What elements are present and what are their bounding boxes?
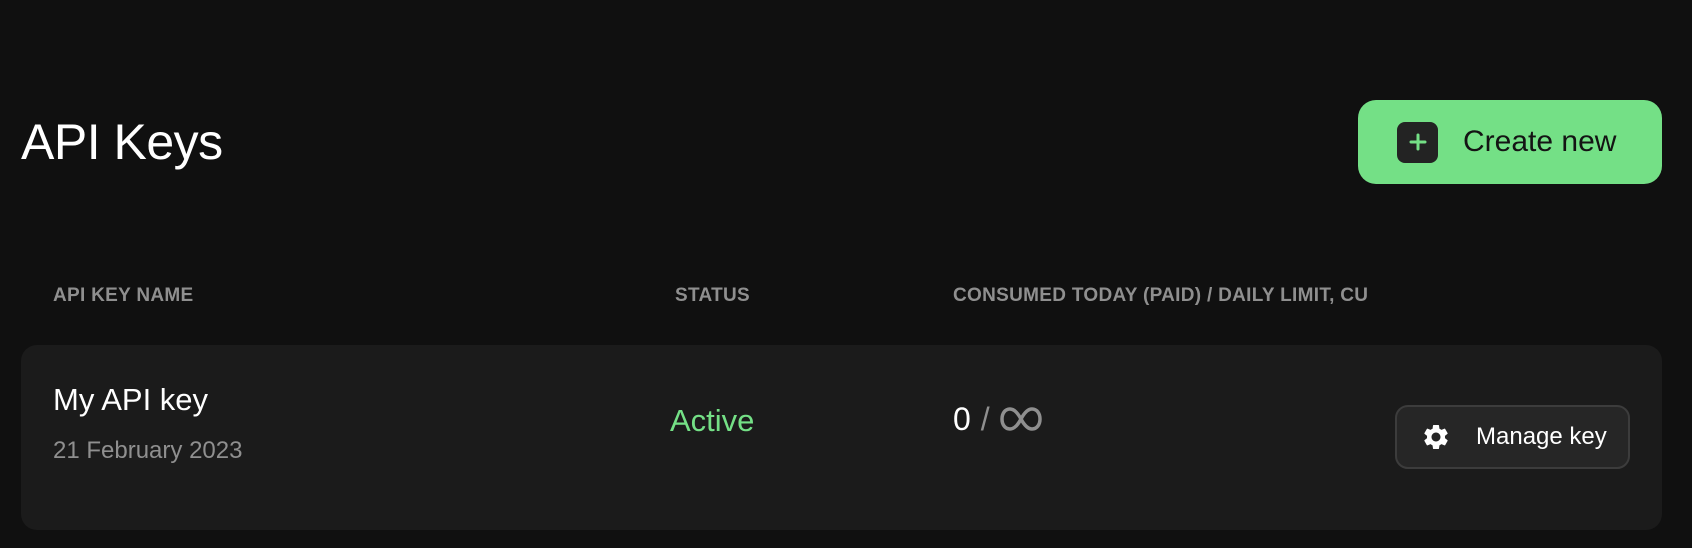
manage-key-button[interactable]: Manage key — [1395, 405, 1630, 469]
manage-key-label: Manage key — [1476, 423, 1607, 450]
column-header-status: STATUS — [675, 285, 750, 306]
table-row: My API key 21 February 2023 Active 0 / M… — [21, 345, 1662, 530]
table-header: API KEY NAME STATUS CONSUMED TODAY (PAID… — [0, 282, 1692, 312]
column-header-consumed: CONSUMED TODAY (PAID) / DAILY LIMIT, CU — [953, 285, 1369, 306]
api-key-date: 21 February 2023 — [53, 437, 243, 464]
gear-icon — [1421, 422, 1451, 452]
create-new-button[interactable]: Create new — [1358, 100, 1662, 184]
infinity-icon — [999, 406, 1042, 432]
status-badge: Active — [670, 403, 755, 438]
page-title: API Keys — [21, 114, 223, 170]
consumed-limit: 0 / — [953, 397, 1042, 441]
consumed-separator: / — [980, 400, 990, 437]
consumed-value: 0 — [953, 400, 971, 437]
plus-icon — [1397, 121, 1438, 163]
page-header: API Keys Create new — [21, 100, 1662, 184]
create-new-label: Create new — [1463, 125, 1617, 158]
api-key-name: My API key — [53, 382, 209, 417]
column-header-api-key-name: API KEY NAME — [53, 285, 194, 306]
